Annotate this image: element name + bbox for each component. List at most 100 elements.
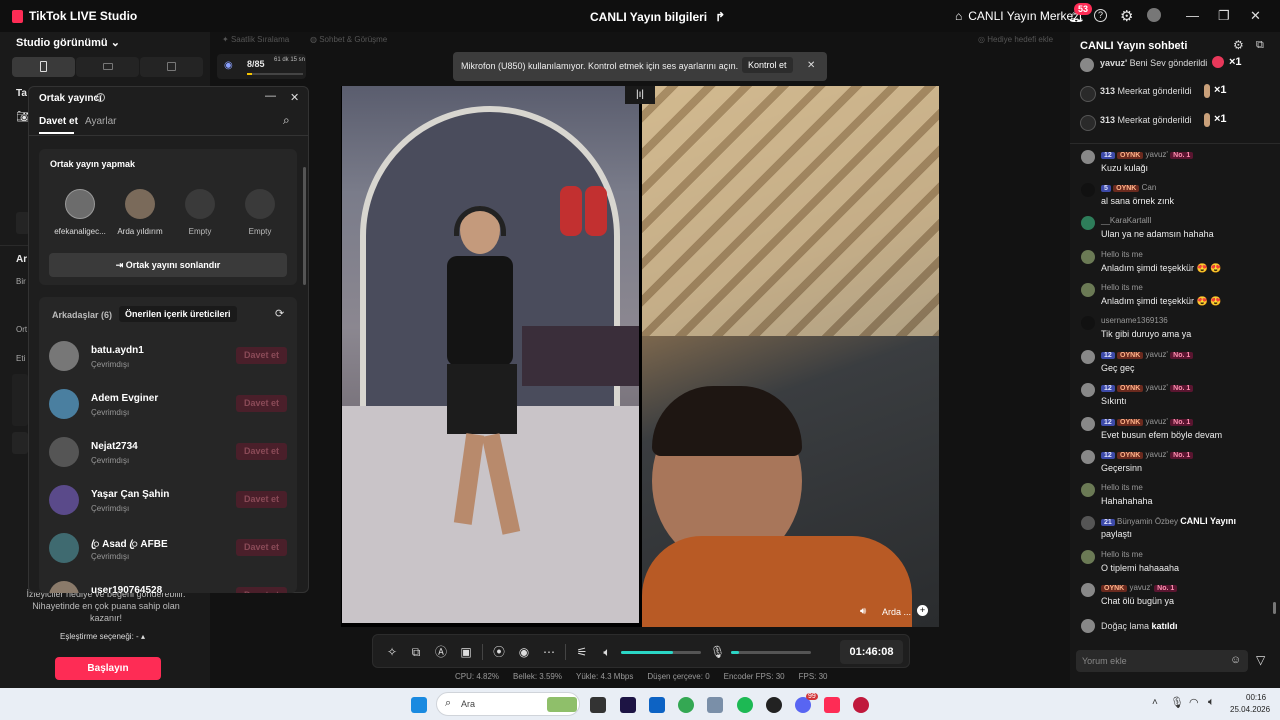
ai-icon[interactable]: Ⓐ [434, 645, 448, 659]
clock-date[interactable]: 25.04.2026 [1230, 705, 1270, 714]
app-icon[interactable] [766, 697, 782, 713]
help-icon[interactable]: ? [1094, 9, 1107, 22]
maximize-icon[interactable]: ❐ [1218, 8, 1230, 24]
end-cohost-button[interactable]: ⇥ Ortak yayını sonlandır [49, 253, 287, 277]
effects-icon[interactable]: ⧉ [409, 645, 423, 659]
check-button[interactable]: Kontrol et [742, 57, 793, 73]
level-badge: 12 [1101, 419, 1115, 426]
invite-button[interactable]: Davet et [236, 347, 287, 364]
more-icon[interactable]: ⋯ [542, 645, 556, 659]
popout-icon[interactable]: ⧉ [1256, 39, 1264, 52]
taskbar-search[interactable]: ⌕ Ara [436, 692, 580, 716]
audio-settings-icon[interactable]: ⚟ [575, 645, 589, 659]
invite-button[interactable]: Davet et [236, 491, 287, 508]
share-icon[interactable]: ↱ [715, 10, 725, 24]
volume-icon[interactable]: 🔈︎ [1208, 696, 1215, 709]
settings-icon[interactable]: ⚙ [1120, 7, 1133, 25]
vertical-view-button[interactable] [12, 57, 75, 77]
chat-username[interactable]: yavuz' [1146, 417, 1168, 426]
horizontal-view-button[interactable] [76, 57, 139, 77]
tab-suggested-creators[interactable]: Önerilen içerik üreticileri [119, 306, 237, 322]
minimize-icon[interactable]: — [1186, 8, 1199, 23]
chat-username[interactable]: yavuz' [1146, 350, 1168, 359]
send-icon[interactable]: ▽ [1256, 653, 1265, 667]
settings-icon[interactable]: ⚙ [1233, 38, 1244, 52]
outlook-icon[interactable] [649, 697, 665, 713]
clock-time[interactable]: 00:16 [1246, 693, 1266, 702]
settings-app-icon[interactable] [707, 697, 723, 713]
live-timer: 01:46:08 [840, 640, 903, 664]
collapsed-button[interactable] [12, 432, 28, 454]
scrollbar[interactable] [303, 167, 306, 285]
matching-option[interactable]: Eşleştirme seçeneği: - ▴ [60, 632, 145, 641]
chat-message-header: 12 OYNK yavuz' No. 1 [1101, 450, 1194, 459]
replay-icon[interactable]: ◉ [517, 645, 531, 659]
chat-username[interactable]: yavuz' [1129, 583, 1151, 592]
title-bar: TikTok LIVE Studio CANLI Yayın bilgileri… [0, 0, 1280, 32]
after-effects-icon[interactable] [620, 697, 636, 713]
chat-username[interactable]: Hello its me [1101, 283, 1143, 292]
invite-button[interactable]: Davet et [236, 539, 287, 556]
chat-message-text: Tik gibi duruyo ama ya [1101, 329, 1192, 339]
profile-avatar[interactable] [1147, 8, 1161, 22]
chevron-up-icon[interactable]: ˄ [1152, 697, 1158, 708]
spotify-icon[interactable] [737, 697, 753, 713]
tab-invite[interactable]: Davet et [39, 116, 78, 127]
chat-username[interactable]: Bünyamin Özbey [1117, 517, 1178, 526]
refresh-icon[interactable]: ⟳ [275, 307, 284, 320]
start-button[interactable]: Başlayın [55, 657, 161, 680]
speaker-icon[interactable]: 🔈︎ [600, 645, 614, 659]
search-icon[interactable]: ⌕ [283, 113, 290, 128]
tiktok-studio-icon[interactable] [824, 697, 840, 713]
comment-input[interactable]: Yorum ekle ☺ [1076, 650, 1248, 672]
volume-icon[interactable]: 🔊︎ [860, 606, 866, 617]
live-center-link[interactable]: ⌂ CANLI Yayın Merkezi [955, 9, 1082, 23]
invite-button[interactable]: Davet et [236, 587, 287, 593]
volume-slider[interactable] [621, 651, 701, 654]
chat-username[interactable]: __KaraKartalll [1101, 216, 1151, 225]
windows-start-icon[interactable] [411, 697, 427, 713]
chat-username[interactable]: username1369136 [1101, 316, 1168, 325]
chat-username[interactable]: Hello its me [1101, 550, 1143, 559]
task-view-icon[interactable] [590, 697, 606, 713]
captions-icon[interactable]: ▣ [459, 645, 473, 659]
avatar [1080, 58, 1094, 72]
add-icon[interactable]: + [917, 605, 928, 616]
info-icon[interactable]: ? [96, 93, 105, 102]
chat-username[interactable]: yavuz' [1146, 150, 1168, 159]
studio-view-dropdown[interactable]: Studio görünümü ⌄ [16, 36, 120, 49]
microphone-icon[interactable]: 🎙︎ [710, 645, 725, 659]
emoji-icon[interactable]: ☺ [1230, 654, 1241, 666]
mic-slider[interactable] [731, 651, 811, 654]
live-info-title[interactable]: CANLI Yayın bilgileri ↱ [590, 10, 725, 24]
chat-username[interactable]: Hello its me [1101, 483, 1143, 492]
gift-goal-button[interactable]: ◎ Hediye hedefi ekle [978, 35, 1053, 44]
tab-settings[interactable]: Ayarlar [85, 116, 117, 127]
hourly-ranking-tab[interactable]: ✦ Saatlik Sıralama [222, 35, 289, 44]
invite-button[interactable]: Davet et [236, 395, 287, 412]
chat-username[interactable]: Hello its me [1101, 250, 1143, 259]
record-icon[interactable]: ⦿ [492, 645, 506, 659]
status-cpu: CPU: 4.82% [455, 672, 500, 681]
avatar [1081, 183, 1095, 197]
microphone-icon[interactable]: 🎙︎ [1170, 696, 1184, 709]
wifi-icon[interactable]: ◠ [1189, 696, 1199, 709]
person-shorts [447, 364, 517, 434]
close-icon[interactable]: ✕ [1250, 8, 1261, 24]
chat-username[interactable]: yavuz' [1146, 383, 1168, 392]
invite-button[interactable]: Davet et [236, 443, 287, 460]
chrome-icon[interactable] [678, 697, 694, 713]
chat-players-tab[interactable]: ◍ Sohbet & Görüşme [310, 35, 387, 44]
close-icon[interactable]: ✕ [807, 60, 815, 71]
minimize-icon[interactable]: — [265, 90, 276, 102]
host-slot-4[interactable]: Empty [223, 185, 297, 237]
tab-friends[interactable]: Arkadaşlar (6) [52, 310, 112, 320]
scrollbar[interactable] [1273, 602, 1276, 614]
close-icon[interactable]: ✕ [290, 91, 299, 104]
recorder-icon[interactable] [853, 697, 869, 713]
chat-username[interactable]: yavuz' [1146, 450, 1168, 459]
fan-badge: OYNK [1101, 585, 1128, 592]
split-view-button[interactable] [140, 57, 203, 77]
chat-username[interactable]: Can [1142, 183, 1157, 192]
magic-wand-icon[interactable]: ✧ [385, 645, 399, 659]
